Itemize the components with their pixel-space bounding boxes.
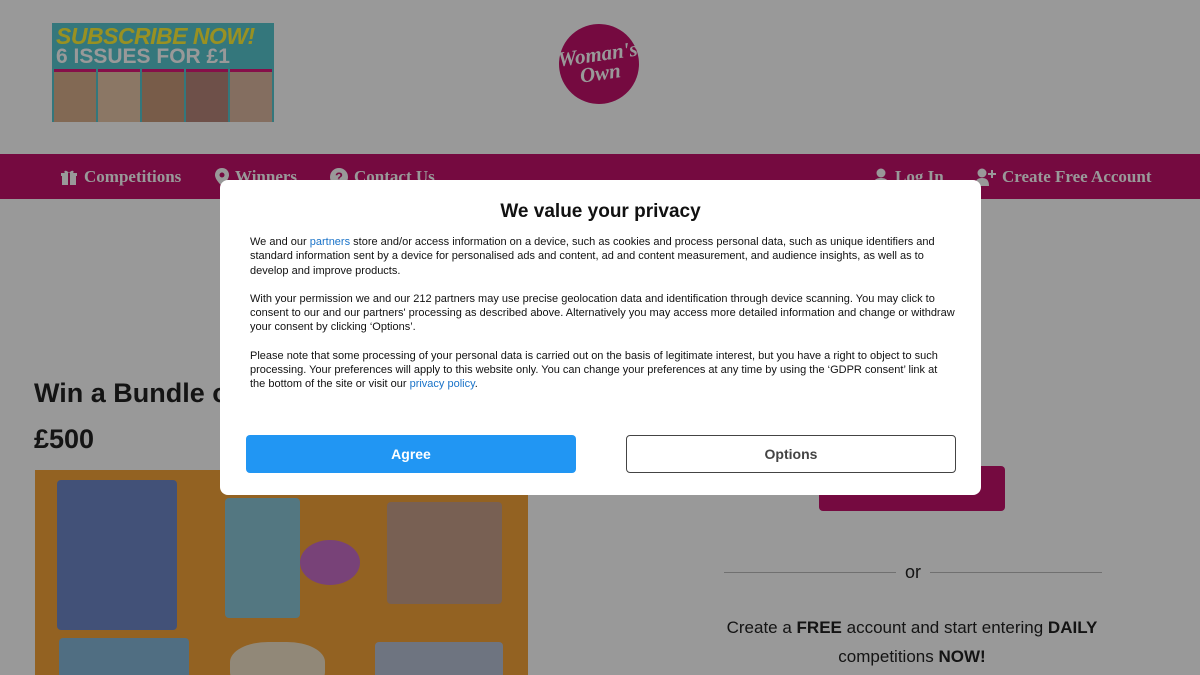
privacy-policy-link[interactable]: privacy policy	[410, 378, 475, 390]
paragraph-text: .	[474, 378, 478, 391]
paragraph-text: store and/or access information on a dev…	[250, 236, 935, 277]
dialog-body: We and our partners store and/or access …	[250, 235, 955, 406]
agree-button[interactable]: Agree	[246, 435, 576, 473]
consent-paragraph-1: We and our partners store and/or access …	[250, 235, 955, 278]
options-button[interactable]: Options	[626, 435, 956, 473]
dialog-title: We value your privacy	[500, 201, 701, 222]
privacy-consent-dialog: We value your privacy We and our partner…	[220, 180, 981, 495]
consent-paragraph-3: Please note that some processing of your…	[250, 349, 955, 392]
partners-link[interactable]: partners	[310, 236, 350, 248]
paragraph-text: Please note that some processing of your…	[250, 349, 938, 391]
page: SUBSCRIBE NOW! 6 ISSUES FOR £1 Woman's O…	[0, 0, 1200, 675]
paragraph-text: We and our	[250, 236, 310, 248]
consent-paragraph-2: With your permission we and our 212 part…	[250, 292, 955, 334]
